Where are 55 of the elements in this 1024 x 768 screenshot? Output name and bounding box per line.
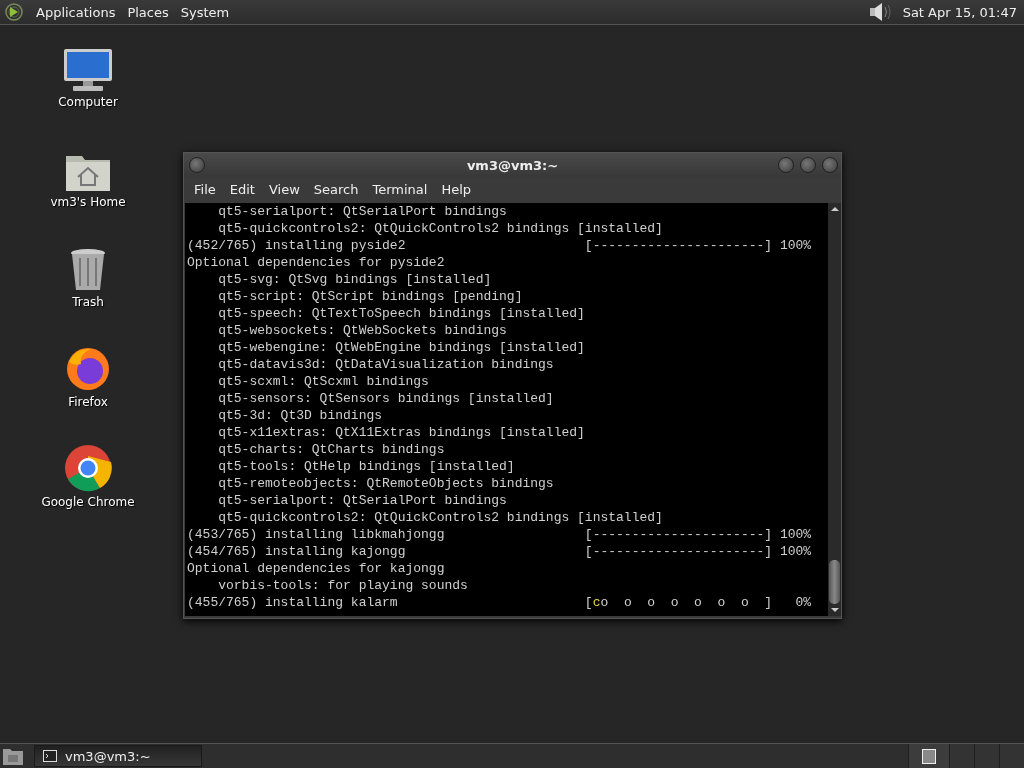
terminal-line: qt5-script: QtScript bindings [pending] bbox=[217, 288, 524, 305]
maximize-button[interactable] bbox=[800, 157, 816, 173]
terminal-line: qt5-quickcontrols2: QtQuickControls2 bindings [installed] bbox=[217, 509, 664, 526]
desktop-icon-label[interactable]: Computer bbox=[58, 95, 118, 109]
terminal-line: Optional dependencies for pyside2 bbox=[187, 254, 446, 271]
menu-item[interactable]: Terminal bbox=[366, 181, 436, 197]
terminal-line: (454/765) installing kajongg [----------------------] 100% bbox=[187, 543, 813, 560]
foot-menu-icon[interactable] bbox=[4, 2, 24, 22]
terminal-icon bbox=[43, 750, 57, 762]
terminal-line: qt5-charts: QtCharts bindings bbox=[217, 441, 446, 458]
terminal-line: Optional dependencies for kajongg bbox=[187, 560, 446, 577]
trash-icon[interactable] bbox=[69, 248, 107, 292]
desktop-icon-label[interactable]: vm3's Home bbox=[50, 195, 126, 209]
desktop-icon-label[interactable]: Trash bbox=[72, 295, 104, 309]
monitor-icon[interactable] bbox=[63, 48, 113, 92]
close-button[interactable] bbox=[822, 157, 838, 173]
terminal-line: qt5-serialport: QtSerialPort bindings bbox=[217, 492, 508, 509]
terminal-line: qt5-tools: QtHelp bindings [installed] bbox=[217, 458, 516, 475]
window-menu-button[interactable] bbox=[189, 157, 205, 173]
clock[interactable]: Sat Apr 15, 01:47 bbox=[896, 4, 1020, 20]
panel-menu[interactable]: System bbox=[176, 4, 234, 20]
terminal-line: qt5-websockets: QtWebSockets bindings bbox=[217, 322, 508, 339]
globe-icon[interactable] bbox=[65, 346, 111, 392]
desktop-icon-label[interactable]: Google Chrome bbox=[41, 495, 135, 509]
terminal-line: vorbis-tools: for playing sounds bbox=[217, 577, 469, 594]
desktop-icon-label[interactable]: Firefox bbox=[68, 395, 108, 409]
menu-item[interactable]: Search bbox=[307, 181, 367, 197]
terminal-line: qt5-svg: QtSvg bindings [installed] bbox=[217, 271, 493, 288]
terminal-line: qt5-3d: Qt3D bindings bbox=[217, 407, 384, 424]
terminal-line: qt5-datavis3d: QtDataVisualization bindings bbox=[217, 356, 555, 373]
window-title: vm3@vm3:~ bbox=[465, 157, 560, 173]
taskbar-button[interactable]: vm3@vm3:~ bbox=[34, 745, 202, 767]
panel-menu[interactable]: Applications bbox=[32, 4, 120, 20]
terminal-line: qt5-scxml: QtScxml bindings bbox=[217, 373, 430, 390]
terminal-line: qt5-x11extras: QtX11Extras bindings [installed] bbox=[217, 424, 586, 441]
menu-item[interactable]: File bbox=[188, 181, 224, 197]
menu-item[interactable]: Help bbox=[435, 181, 480, 197]
scrollbar[interactable] bbox=[828, 203, 841, 616]
ring-icon[interactable] bbox=[64, 444, 112, 492]
menu-item[interactable]: Edit bbox=[223, 181, 263, 197]
scrollbar-thumb[interactable] bbox=[829, 560, 840, 604]
terminal-line: (453/765) installing libkmahjongg [----------------------] 100% bbox=[187, 526, 813, 543]
terminal-line: qt5-speech: QtTextToSpeech bindings [installed] bbox=[217, 305, 586, 322]
terminal-line: qt5-quickcontrols2: QtQuickControls2 bindings [installed] bbox=[217, 220, 664, 237]
workspace[interactable] bbox=[908, 744, 949, 768]
panel-menu[interactable]: Places bbox=[123, 4, 173, 20]
terminal-line: qt5-remoteobjects: QtRemoteObjects bindings bbox=[217, 475, 555, 492]
minimize-button[interactable] bbox=[778, 157, 794, 173]
terminal-line: (455/765) installing kalarm [co o o o o o o ] 0% bbox=[187, 594, 813, 611]
terminal-line: qt5-serialport: QtSerialPort bindings bbox=[217, 203, 508, 220]
menu-item[interactable]: View bbox=[262, 181, 308, 197]
terminal-line: qt5-sensors: QtSensors bindings [installed] bbox=[217, 390, 555, 407]
terminal-line: (452/765) installing pyside2 [----------------------] 100% bbox=[187, 237, 813, 254]
terminal-line: qt5-webengine: QtWebEngine bindings [installed] bbox=[217, 339, 586, 356]
show-desktop-icon[interactable] bbox=[2, 746, 24, 766]
